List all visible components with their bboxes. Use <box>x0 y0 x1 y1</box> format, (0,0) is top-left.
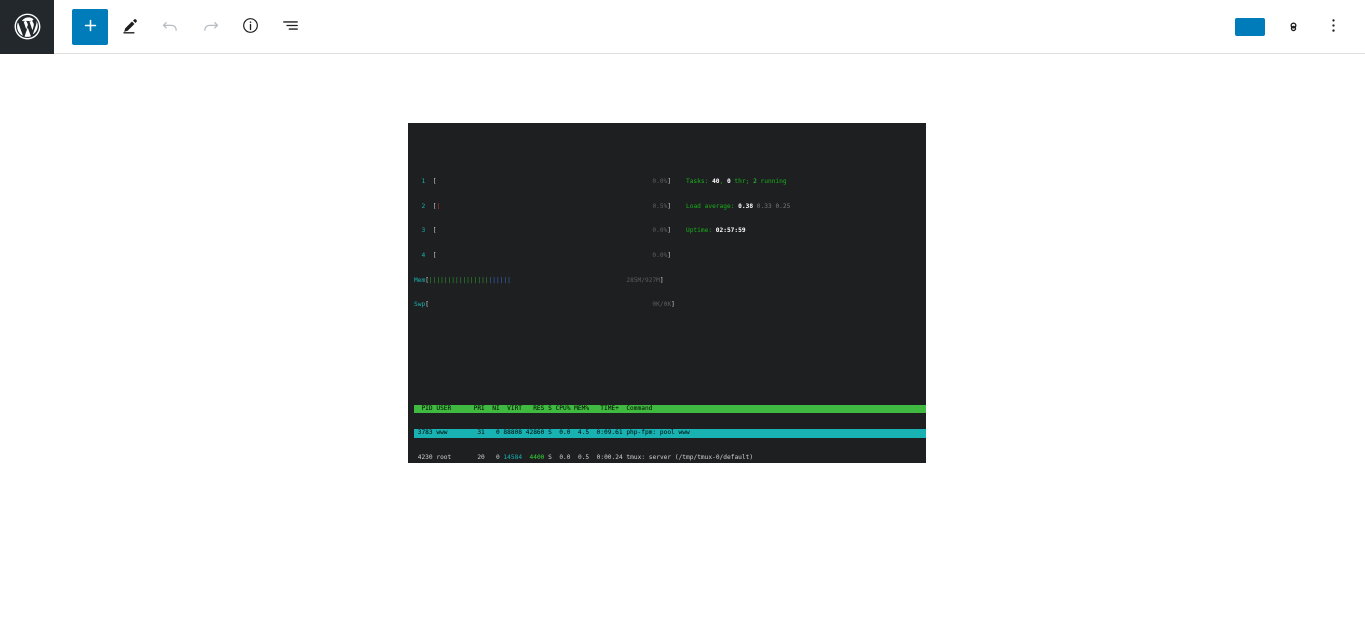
list-view-icon <box>281 16 300 38</box>
more-options-button[interactable] <box>1315 9 1351 45</box>
htop-cpu-meter-row: 4 [ 0.0%] <box>414 252 672 260</box>
wordpress-logo-button[interactable] <box>0 0 54 54</box>
details-info-button[interactable] <box>232 9 268 45</box>
terminal-content: 1 [ 0.0%] Tasks: 40, 0 thr; 2 running 2 … <box>408 123 926 463</box>
info-circle-icon <box>241 16 260 38</box>
htop-table-header: PID USER PRI NI VIRT RES S CPU% MEM% TIM… <box>414 404 926 413</box>
three-dots-vertical-icon <box>1324 16 1343 38</box>
htop-cpu-meter-row: 3 [ 0.0%] Uptime: 02:57:59 <box>414 227 746 235</box>
editor-canvas[interactable]: 1 [ 0.0%] Tasks: 40, 0 thr; 2 running 2 … <box>0 54 1350 599</box>
table-row: 3783 www 31 0 88808 42860 S 0.0 4.5 0:09… <box>414 429 926 438</box>
editor-tools-right <box>1171 9 1365 45</box>
redo-button[interactable] <box>192 9 228 45</box>
gear-icon <box>1284 16 1303 38</box>
htop-meters: 1 [ 0.0%] Tasks: 40, 0 thr; 2 running 2 … <box>414 162 922 326</box>
list-view-button[interactable] <box>272 9 308 45</box>
update-button[interactable] <box>1235 17 1265 36</box>
terminal-screenshot-image-block[interactable]: 1 [ 0.0%] Tasks: 40, 0 thr; 2 running 2 … <box>408 123 926 463</box>
htop-swap-meter-row: Swp[ 0K/0K] <box>414 301 675 309</box>
undo-arrow-icon <box>161 16 180 38</box>
pencil-icon <box>121 16 140 38</box>
plus-icon <box>82 17 99 37</box>
preview-button[interactable] <box>1199 21 1223 33</box>
switch-to-draft-button[interactable] <box>1171 21 1195 33</box>
post-content: 1 [ 0.0%] Tasks: 40, 0 thr; 2 running 2 … <box>408 54 926 463</box>
editor-top-bar <box>0 0 1365 54</box>
htop-process-table: PID USER PRI NI VIRT RES S CPU% MEM% TIM… <box>414 388 926 463</box>
settings-button[interactable] <box>1275 9 1311 45</box>
undo-button[interactable] <box>152 9 188 45</box>
redo-arrow-icon <box>201 16 220 38</box>
wordpress-logo-icon <box>12 11 43 42</box>
htop-mem-meter-row: Mem[|||||||||||||||||||||| 285M/927M] <box>414 276 664 284</box>
add-block-button[interactable] <box>72 8 108 45</box>
htop-cpu-meter-row: 1 [ 0.0%] Tasks: 40, 0 thr; 2 running <box>414 178 787 186</box>
edit-tool-button[interactable] <box>112 9 148 45</box>
editor-tools-left <box>72 8 308 45</box>
htop-cpu-meter-row: 2 [| 0.5%] Load average: 0.38 0.33 0.25 <box>414 202 791 210</box>
table-row: 4230 root 20 0 14584 4400 S 0.0 0.5 0:00… <box>414 453 754 461</box>
